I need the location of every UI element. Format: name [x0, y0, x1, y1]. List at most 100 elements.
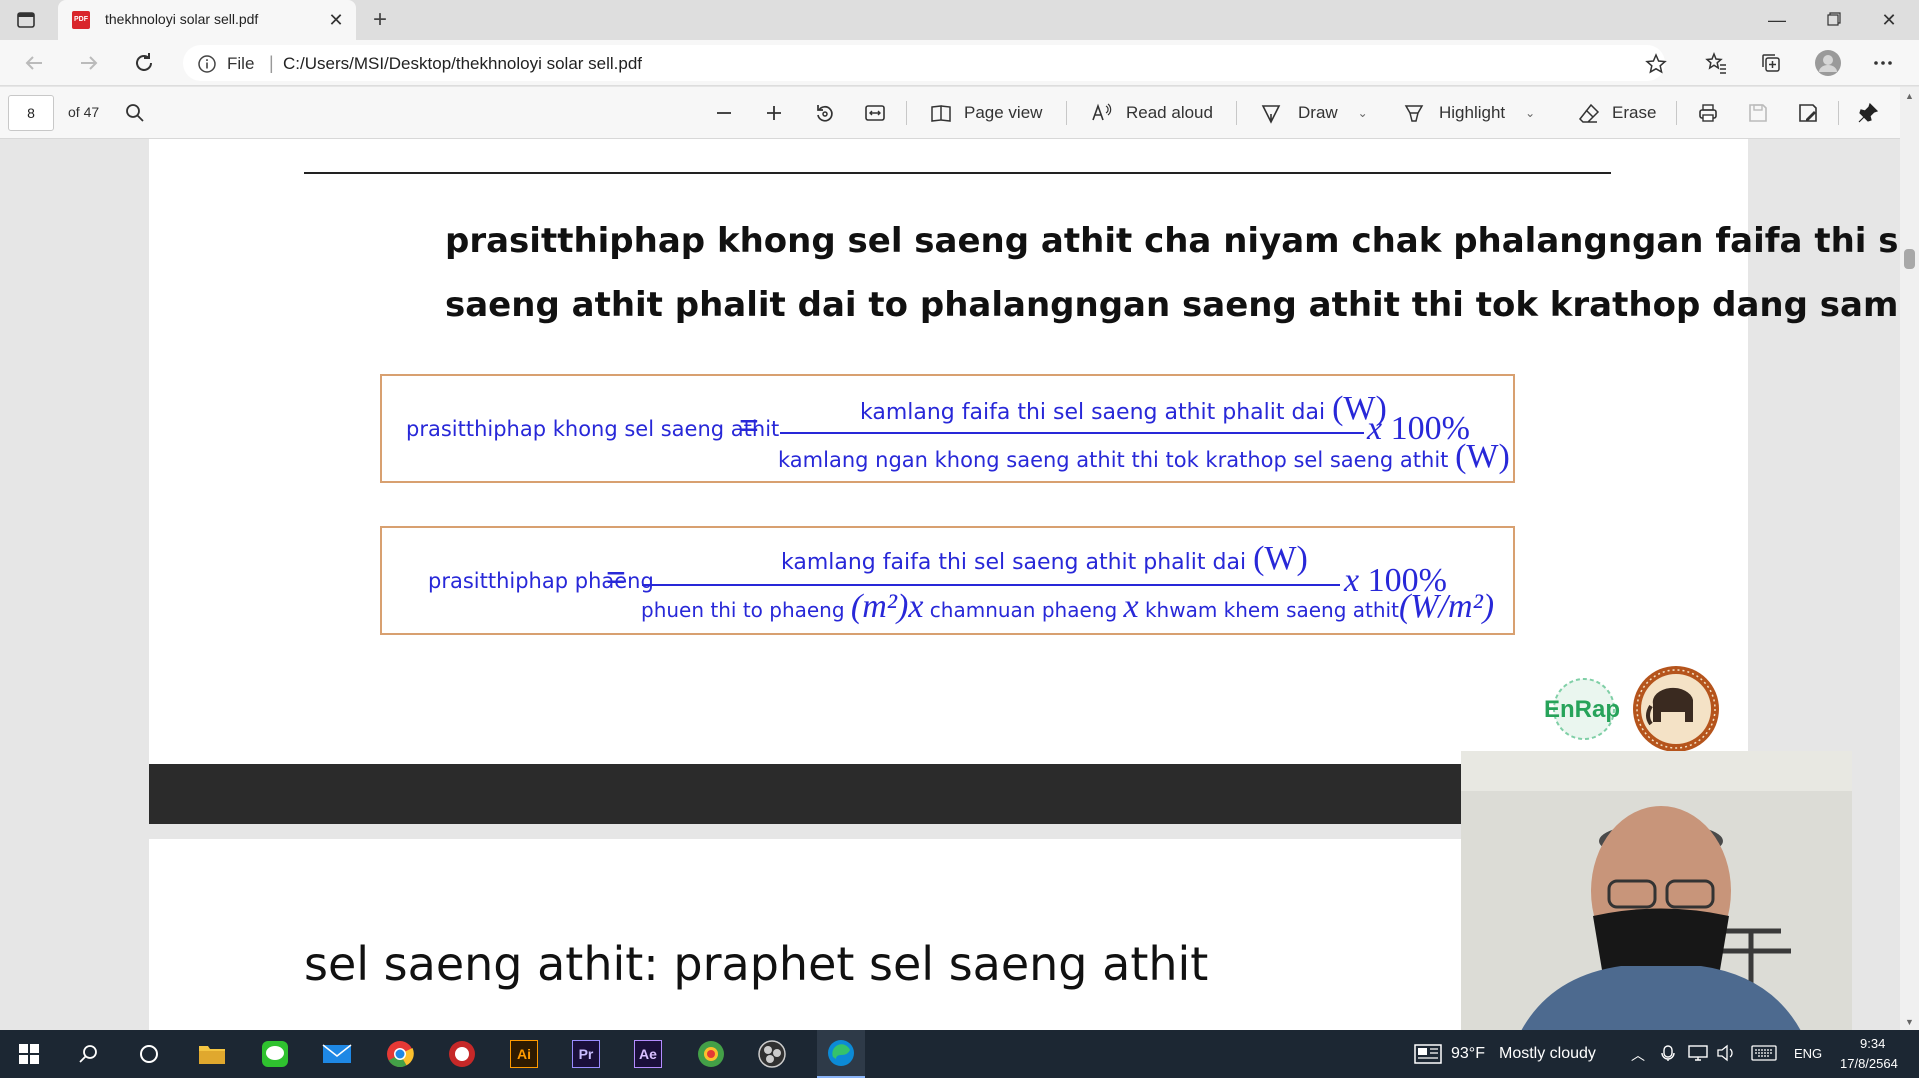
erase-button[interactable]: Erase [1578, 97, 1656, 129]
multiply-percent: x 100% [1344, 562, 1447, 600]
toolbar-divider [906, 101, 907, 125]
toolbar-divider [1676, 101, 1677, 125]
chevron-down-icon[interactable]: ⌄ [1525, 106, 1535, 120]
draw-label: Draw [1298, 103, 1338, 122]
equals-sign: = [606, 559, 626, 597]
new-tab-button[interactable]: + [366, 6, 394, 34]
app-red-circle-icon[interactable] [446, 1038, 478, 1070]
tab-title: thekhnoloyi solar sell.pdf [105, 11, 259, 27]
weather-description[interactable]: Mostly cloudy [1499, 1045, 1596, 1063]
favorites-icon[interactable] [1704, 51, 1728, 75]
restore-window-button[interactable] [1810, 4, 1856, 36]
pin-toolbar-icon[interactable] [1857, 97, 1879, 129]
more-menu-icon[interactable] [1871, 51, 1895, 75]
premiere-icon[interactable]: Pr [570, 1038, 602, 1070]
enrap-logo: EnRap [1540, 674, 1624, 744]
efficiency-equation-cell: prasitthiphap khong sel saeng athit = ka… [380, 374, 1515, 483]
refresh-icon[interactable] [132, 51, 156, 75]
highlight-icon [1404, 105, 1424, 122]
windows-start-icon[interactable] [13, 1038, 45, 1070]
zoom-out-icon[interactable] [714, 97, 734, 129]
highlight-button[interactable]: Highlight ⌄ [1403, 97, 1535, 129]
scrollbar-thumb[interactable] [1904, 249, 1915, 269]
forward-icon[interactable] [77, 51, 101, 75]
profile-avatar-icon[interactable] [1814, 49, 1842, 77]
fit-to-width-icon[interactable] [864, 97, 886, 129]
vertical-scrollbar[interactable]: ▲ ▼ [1900, 87, 1919, 1030]
page-number-input[interactable]: 8 [8, 95, 54, 131]
clock-date[interactable]: 17/8/2564 [1840, 1056, 1898, 1071]
fraction-bar [780, 432, 1364, 434]
scroll-down-arrow-icon[interactable]: ▼ [1905, 1017, 1914, 1027]
illustrator-label: Ai [510, 1040, 538, 1068]
toolbar-divider [1236, 101, 1237, 125]
pdf-document-area[interactable]: prasitthiphap khong sel saeng athit cha … [0, 139, 1900, 1030]
search-icon[interactable] [73, 1038, 105, 1070]
after-effects-label: Ae [634, 1040, 662, 1068]
den-area-text: phuen thi to phaeng [641, 598, 845, 622]
draw-button[interactable]: Draw ⌄ [1260, 97, 1368, 129]
search-icon[interactable] [125, 103, 145, 123]
tab-bar: PDF thekhnoloyi solar sell.pdf ✕ + — ✕ [0, 0, 1919, 40]
save-icon[interactable] [1747, 97, 1769, 129]
pdf-page: prasitthiphap khong sel saeng athit cha … [149, 139, 1900, 824]
panel-efficiency-equation-cell: prasitthiphap phaeng = kamlang faifa thi… [380, 526, 1515, 635]
den-multiply-2: x [1123, 588, 1139, 625]
save-as-icon[interactable] [1797, 97, 1819, 129]
den-irradiance-text: khwam khem saeng athit [1144, 598, 1399, 622]
edge-browser-icon[interactable] [817, 1030, 865, 1078]
zoom-in-icon[interactable] [764, 97, 784, 129]
minimize-window-button[interactable]: — [1754, 4, 1800, 36]
collections-icon[interactable] [1759, 51, 1783, 75]
denominator-text: kamlang ngan khong saeng athit thi tok k… [778, 448, 1449, 472]
erase-label: Erase [1612, 103, 1657, 122]
rotate-icon[interactable] [814, 97, 836, 129]
illustrator-icon[interactable]: Ai [508, 1038, 540, 1070]
read-aloud-icon [1092, 103, 1112, 121]
premiere-label: Pr [572, 1040, 600, 1068]
url-text[interactable]: C:/Users/MSI/Desktop/thekhnoloyi solar s… [283, 54, 642, 74]
page-view-icon [931, 105, 951, 122]
mail-icon[interactable] [321, 1038, 353, 1070]
keyboard-icon[interactable] [1751, 1045, 1777, 1061]
equals-sign: = [739, 407, 759, 445]
news-weather-icon[interactable] [1414, 1044, 1442, 1064]
print-icon[interactable] [1697, 97, 1719, 129]
fraction-bar [642, 584, 1340, 586]
meet-now-icon[interactable] [1661, 1044, 1679, 1062]
add-favorite-icon[interactable] [1645, 53, 1667, 75]
equation-numerator: kamlang faifa thi sel saeng athit phalit… [860, 390, 1387, 428]
chevron-up-icon[interactable]: ︿ [1631, 1045, 1645, 1065]
page-heading-line1: prasitthiphap khong sel saeng athit cha … [445, 221, 1900, 261]
enrap-logo-text: EnRap [1544, 696, 1620, 723]
scroll-up-arrow-icon[interactable]: ▲ [1905, 91, 1914, 101]
input-language[interactable]: ENG [1794, 1046, 1822, 1061]
network-icon[interactable] [1688, 1044, 1708, 1062]
after-effects-icon[interactable]: Ae [632, 1038, 664, 1070]
tab-close-icon[interactable]: ✕ [324, 8, 348, 32]
close-window-button[interactable]: ✕ [1866, 4, 1912, 36]
cortana-icon[interactable] [133, 1038, 165, 1070]
tab-actions-icon[interactable] [16, 10, 36, 30]
info-icon[interactable] [197, 54, 217, 74]
percent-value: 100% [1390, 410, 1470, 447]
line-app-icon[interactable] [259, 1038, 291, 1070]
eraser-icon [1578, 103, 1600, 123]
tab-pdf-document[interactable]: PDF thekhnoloyi solar sell.pdf ✕ [58, 0, 356, 40]
file-explorer-icon[interactable] [196, 1038, 228, 1070]
page-total-label: of 47 [68, 104, 100, 120]
back-icon[interactable] [22, 51, 46, 75]
volume-icon[interactable] [1716, 1044, 1736, 1062]
clock-time[interactable]: 9:34 [1860, 1036, 1885, 1051]
chrome-profile-icon[interactable] [695, 1038, 727, 1070]
chrome-icon[interactable] [384, 1038, 416, 1070]
page-view-button[interactable]: Page view [930, 97, 1042, 129]
obs-studio-icon[interactable] [756, 1038, 788, 1070]
percent-value: 100% [1367, 562, 1447, 599]
url-field[interactable]: File | C:/Users/MSI/Desktop/thekhnoloyi … [183, 45, 1667, 81]
page-title: sel saeng athit: praphet sel saeng athit [304, 937, 1209, 991]
read-aloud-button[interactable]: Read aloud [1090, 97, 1213, 129]
chevron-down-icon[interactable]: ⌄ [1358, 106, 1368, 120]
den-area-unit: (m²) [850, 588, 909, 625]
weather-temperature[interactable]: 93°F [1451, 1045, 1485, 1063]
